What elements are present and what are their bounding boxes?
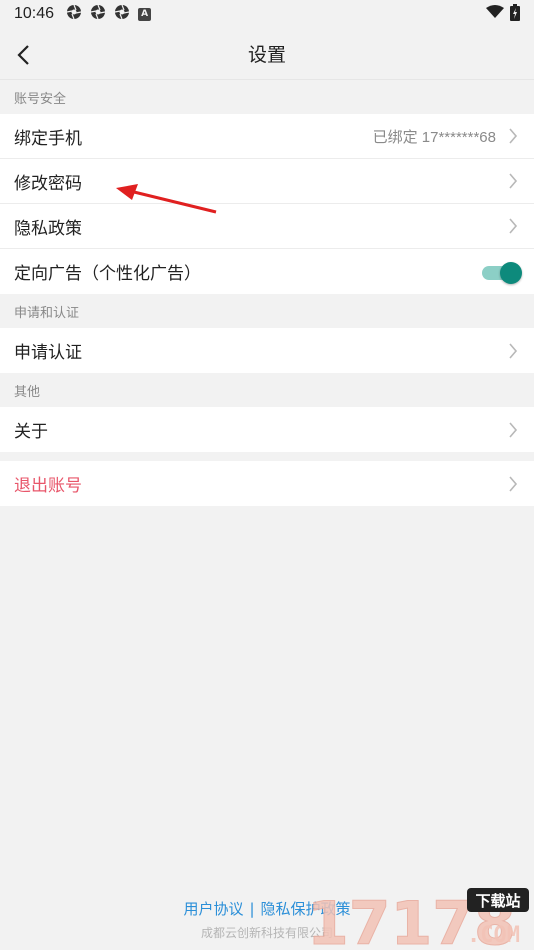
navigation-bar: 设置 xyxy=(0,28,534,80)
about-row[interactable]: 关于 xyxy=(0,407,534,452)
user-agreement-link[interactable]: 用户协议 xyxy=(183,900,243,918)
watermark-sub-text: 下载站 xyxy=(475,892,520,910)
chevron-right-icon xyxy=(508,127,520,145)
about-label: 关于 xyxy=(14,422,48,442)
wifi-icon xyxy=(486,5,504,23)
change-password-label: 修改密码 xyxy=(14,173,82,194)
notification-a-icon: A xyxy=(138,7,152,21)
apply-certification-row[interactable]: 申请认证 xyxy=(0,328,534,373)
aperture-icon xyxy=(90,4,106,24)
change-password-row[interactable]: 修改密码 xyxy=(0,159,534,204)
bind-phone-row[interactable]: 绑定手机 已绑定 17*******68 xyxy=(0,114,534,159)
section-header-account: 账号安全 xyxy=(0,80,534,114)
back-button[interactable] xyxy=(8,40,38,70)
chevron-left-icon xyxy=(17,45,29,65)
footer-separator: | xyxy=(249,900,255,918)
page-title: 设置 xyxy=(247,44,286,66)
watermark-logo: 17178 下载站 .COM xyxy=(307,888,529,948)
logout-label: 退出账号 xyxy=(14,476,82,496)
privacy-policy-label: 隐私政策 xyxy=(14,218,82,239)
bind-phone-label: 绑定手机 xyxy=(14,128,82,149)
watermark-com-text: .COM xyxy=(467,923,520,948)
chevron-right-icon xyxy=(508,475,520,493)
privacy-policy-row[interactable]: 隐私政策 xyxy=(0,204,534,249)
chevron-right-icon xyxy=(508,217,520,235)
targeted-ads-row: 定向广告（个性化广告） xyxy=(0,249,534,294)
chevron-right-icon xyxy=(508,172,520,190)
section-header-certification: 申请和认证 xyxy=(0,294,534,328)
battery-icon xyxy=(510,3,520,25)
toggle-knob xyxy=(500,261,522,284)
status-bar: 10:46 A xyxy=(0,0,534,28)
apply-certification-label: 申请认证 xyxy=(14,343,82,363)
targeted-ads-toggle[interactable] xyxy=(482,261,522,284)
aperture-icon xyxy=(114,4,130,24)
chevron-right-icon xyxy=(508,421,520,439)
section-gap xyxy=(0,452,534,461)
logout-row[interactable]: 退出账号 xyxy=(0,461,534,506)
aperture-icon xyxy=(66,4,82,24)
bind-phone-value: 已绑定 17*******68 xyxy=(372,128,496,146)
section-header-other: 其他 xyxy=(0,373,534,407)
targeted-ads-label: 定向广告（个性化广告） xyxy=(14,264,201,284)
chevron-right-icon xyxy=(508,342,520,360)
status-time: 10:46 xyxy=(14,5,55,22)
